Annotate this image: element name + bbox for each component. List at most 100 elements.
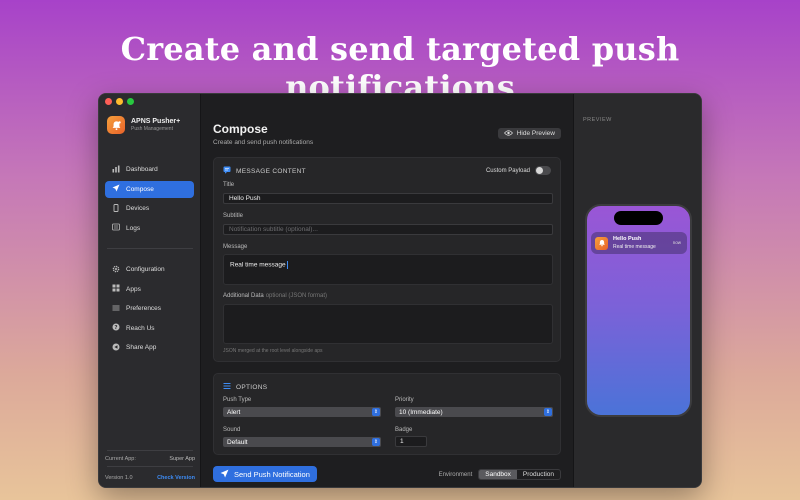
priority-select[interactable]: 10 (Immediate) ⇕ xyxy=(395,407,553,417)
chevron-updown-icon: ⇕ xyxy=(372,408,380,416)
sliders-icon xyxy=(112,304,120,314)
sidebar-item-label: Preferences xyxy=(126,305,162,312)
app-name: APNS Pusher+ xyxy=(131,118,181,125)
badge-label: Badge xyxy=(395,427,413,433)
list-icon xyxy=(112,223,120,233)
version-row: Version 1.0 Check Version xyxy=(105,475,195,481)
preview-label: PREVIEW xyxy=(583,117,612,123)
app-window: APNS Pusher+ Push Management Dashboard C… xyxy=(98,93,702,488)
chevron-updown-icon: ⇕ xyxy=(372,438,380,446)
text-caret xyxy=(286,261,288,269)
message-text: Real time message xyxy=(230,261,286,269)
options-header: OPTIONS xyxy=(223,382,267,392)
sidebar-item-dashboard[interactable]: Dashboard xyxy=(105,161,194,178)
title-input[interactable]: Hello Push xyxy=(223,193,553,204)
sidebar-divider xyxy=(107,248,193,249)
message-content-header: MESSAGE CONTENT xyxy=(223,166,306,176)
options-title: OPTIONS xyxy=(236,383,268,391)
message-bubble-icon xyxy=(223,166,231,176)
dynamic-island xyxy=(614,211,663,225)
check-version-link[interactable]: Check Version xyxy=(157,475,195,481)
sidebar-item-label: Apps xyxy=(126,285,141,293)
version-label: Version 1.0 xyxy=(105,475,133,481)
additional-data-helper: JSON merged at the root level alongside … xyxy=(223,348,323,354)
additional-data-title: Additional Data xyxy=(223,293,264,299)
sidebar-item-logs[interactable]: Logs xyxy=(105,220,194,237)
notification-time: now xyxy=(672,240,681,245)
app-subtitle: Push Management xyxy=(131,126,173,132)
page-subtitle: Create and send push notifications xyxy=(213,139,314,146)
sound-value: Default xyxy=(227,438,248,446)
current-app-value[interactable]: Super App xyxy=(169,456,195,462)
env-sandbox-option[interactable]: Sandbox xyxy=(479,470,517,479)
app-bell-icon xyxy=(107,116,125,134)
hide-preview-label: Hide Preview xyxy=(516,130,555,137)
share-icon xyxy=(112,343,120,353)
push-type-select[interactable]: Alert ⇕ xyxy=(223,407,381,417)
sidebar-divider xyxy=(107,450,193,451)
sidebar-item-devices[interactable]: Devices xyxy=(105,200,194,217)
sound-label: Sound xyxy=(223,427,241,433)
custom-payload-label: Custom Payload xyxy=(485,167,530,174)
sidebar-item-label: Logs xyxy=(126,224,141,232)
sidebar-item-label: Compose xyxy=(126,185,154,193)
additional-data-label: Additional Data optional (JSON format) xyxy=(223,293,327,299)
phone-mockup: Hello Push Real time message now xyxy=(585,204,692,417)
priority-value: 10 (Immediate) xyxy=(399,408,443,416)
primary-nav: Dashboard Compose Devices Logs xyxy=(105,161,194,239)
eye-icon xyxy=(503,129,513,138)
sidebar-item-share-app[interactable]: Share App xyxy=(105,339,194,356)
page-title: Compose xyxy=(213,122,268,136)
message-label: Message xyxy=(223,244,248,250)
message-textarea[interactable]: Real time message xyxy=(223,254,553,285)
window-controls xyxy=(105,98,134,105)
sidebar-item-apps[interactable]: Apps xyxy=(105,281,194,298)
subtitle-input[interactable]: Notification subtitle (optional)... xyxy=(223,224,553,235)
sidebar-item-label: Devices xyxy=(126,205,150,212)
sound-select[interactable]: Default ⇕ xyxy=(223,437,381,447)
sidebar-item-label: Configuration xyxy=(126,266,165,273)
sidebar-item-compose[interactable]: Compose xyxy=(105,180,194,198)
additional-data-hint: optional (JSON format) xyxy=(265,293,328,299)
preview-panel: PREVIEW Hello Push Real time message now xyxy=(573,94,701,487)
push-type-value: Alert xyxy=(227,408,241,416)
send-push-label: Send Push Notification xyxy=(234,469,310,479)
notification-title: Hello Push xyxy=(613,236,642,242)
sidebar-divider xyxy=(107,466,193,467)
sidebar-item-configuration[interactable]: Configuration xyxy=(105,261,194,278)
environment-segmented-control: Sandbox Production xyxy=(478,469,561,480)
grid-icon xyxy=(112,284,120,294)
list-icon xyxy=(223,382,231,392)
phone-icon xyxy=(112,203,120,214)
title-label: Title xyxy=(223,182,235,188)
additional-data-textarea[interactable] xyxy=(223,304,553,344)
custom-payload-toggle[interactable] xyxy=(535,166,551,175)
sidebar-item-reach-us[interactable]: ? Reach Us xyxy=(105,320,194,337)
badge-input[interactable]: 1 xyxy=(395,436,427,447)
env-production-option[interactable]: Production xyxy=(517,470,560,479)
sidebar-item-label: Dashboard xyxy=(126,166,158,173)
compose-panel: Compose Create and send push notificatio… xyxy=(201,94,573,487)
minimize-window-button[interactable] xyxy=(116,98,123,105)
priority-label: Priority xyxy=(395,397,414,403)
sidebar-item-preferences[interactable]: Preferences xyxy=(105,300,194,317)
close-window-button[interactable] xyxy=(105,98,112,105)
notification-body: Real time message xyxy=(613,244,656,250)
hide-preview-button[interactable]: Hide Preview xyxy=(497,128,561,139)
secondary-nav: Configuration Apps Preferences ? Reach U… xyxy=(105,261,194,359)
chevron-updown-icon: ⇕ xyxy=(544,408,552,416)
paper-plane-icon xyxy=(220,469,229,480)
svg-text:?: ? xyxy=(114,325,117,331)
send-push-button[interactable]: Send Push Notification xyxy=(213,466,317,482)
chart-bar-icon xyxy=(112,165,120,175)
notification-bell-icon xyxy=(595,236,608,250)
message-content-title: MESSAGE CONTENT xyxy=(236,167,306,175)
options-card: OPTIONS Push Type Alert ⇕ Priority 10 (I… xyxy=(213,373,561,455)
custom-payload-row: Custom Payload xyxy=(486,166,551,175)
zoom-window-button[interactable] xyxy=(127,98,134,105)
app-header: APNS Pusher+ Push Management xyxy=(107,116,180,134)
sidebar: APNS Pusher+ Push Management Dashboard C… xyxy=(99,94,201,487)
question-icon: ? xyxy=(112,323,120,333)
current-app-label: Current App: xyxy=(105,456,136,462)
push-type-label: Push Type xyxy=(223,397,252,403)
